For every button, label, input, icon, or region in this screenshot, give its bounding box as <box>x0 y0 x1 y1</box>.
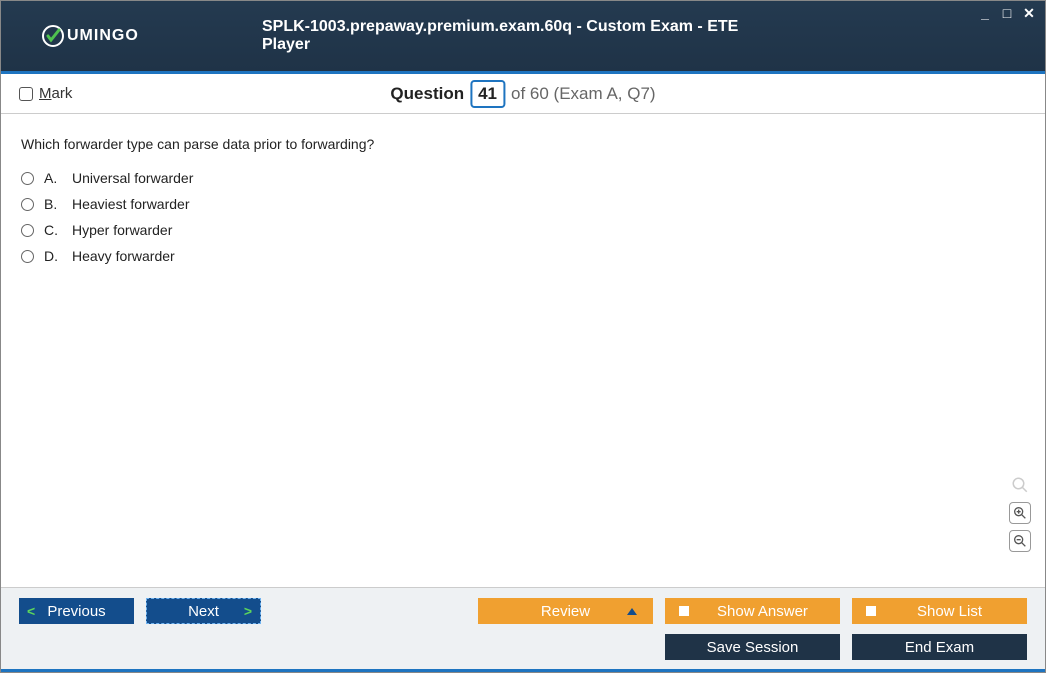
show-answer-label: Show Answer <box>717 603 808 620</box>
minimize-icon[interactable]: _ <box>977 5 993 22</box>
show-list-label: Show List <box>917 603 982 620</box>
option-b[interactable]: B. Heaviest forwarder <box>21 196 1025 212</box>
previous-label: Previous <box>47 603 105 620</box>
end-exam-label: End Exam <box>905 639 974 656</box>
search-icon[interactable] <box>1009 474 1031 496</box>
bottom-separator <box>1 669 1045 672</box>
option-d[interactable]: D. Heavy forwarder <box>21 248 1025 264</box>
show-list-button[interactable]: Show List <box>852 598 1027 624</box>
footer: < Previous Next > Review Show Answer Sho… <box>1 587 1045 672</box>
option-c[interactable]: C. Hyper forwarder <box>21 222 1025 238</box>
option-text: Heaviest forwarder <box>72 196 190 212</box>
zoom-in-icon[interactable] <box>1009 502 1031 524</box>
option-letter: D. <box>44 248 62 264</box>
mark-label: Mark <box>39 85 72 102</box>
option-a[interactable]: A. Universal forwarder <box>21 170 1025 186</box>
chevron-left-icon: < <box>27 603 35 619</box>
logo-check-icon <box>41 24 65 48</box>
option-letter: A. <box>44 170 62 186</box>
radio-icon[interactable] <box>21 198 34 211</box>
chevron-right-icon: > <box>244 603 252 619</box>
radio-icon[interactable] <box>21 250 34 263</box>
stop-icon <box>679 606 689 616</box>
content-area: Which forwarder type can parse data prio… <box>1 114 1045 564</box>
maximize-icon[interactable]: □ <box>999 5 1015 22</box>
show-answer-button[interactable]: Show Answer <box>665 598 840 624</box>
question-of-text: of 60 (Exam A, Q7) <box>511 84 656 104</box>
option-letter: B. <box>44 196 62 212</box>
question-number: 41 <box>470 80 505 108</box>
stop-icon <box>866 606 876 616</box>
radio-icon[interactable] <box>21 172 34 185</box>
option-text: Universal forwarder <box>72 170 193 186</box>
previous-button[interactable]: < Previous <box>19 598 134 624</box>
title-bar: UMINGO SPLK-1003.prepaway.premium.exam.6… <box>1 1 1045 71</box>
option-text: Hyper forwarder <box>72 222 172 238</box>
question-info: Question 41 of 60 (Exam A, Q7) <box>390 80 655 108</box>
save-session-label: Save Session <box>707 639 799 656</box>
next-label: Next <box>188 603 219 620</box>
option-text: Heavy forwarder <box>72 248 175 264</box>
zoom-tools <box>1009 474 1031 552</box>
info-bar: Mark Question 41 of 60 (Exam A, Q7) <box>1 74 1045 114</box>
logo-text: UMINGO <box>67 27 139 45</box>
triangle-up-icon <box>627 608 637 615</box>
logo: UMINGO <box>41 24 139 48</box>
review-button[interactable]: Review <box>478 598 653 624</box>
next-button[interactable]: Next > <box>146 598 261 624</box>
option-letter: C. <box>44 222 62 238</box>
app-title: SPLK-1003.prepaway.premium.exam.60q - Cu… <box>262 18 784 54</box>
question-word: Question <box>390 84 464 104</box>
save-session-button[interactable]: Save Session <box>665 634 840 660</box>
review-label: Review <box>541 603 590 620</box>
question-text: Which forwarder type can parse data prio… <box>21 136 1025 152</box>
close-icon[interactable]: ✕ <box>1021 5 1037 22</box>
radio-icon[interactable] <box>21 224 34 237</box>
zoom-out-icon[interactable] <box>1009 530 1031 552</box>
end-exam-button[interactable]: End Exam <box>852 634 1027 660</box>
options-list: A. Universal forwarder B. Heaviest forwa… <box>21 170 1025 264</box>
window-controls: _ □ ✕ <box>977 5 1037 22</box>
mark-checkbox[interactable] <box>19 87 33 101</box>
mark-checkbox-wrap[interactable]: Mark <box>19 85 72 102</box>
